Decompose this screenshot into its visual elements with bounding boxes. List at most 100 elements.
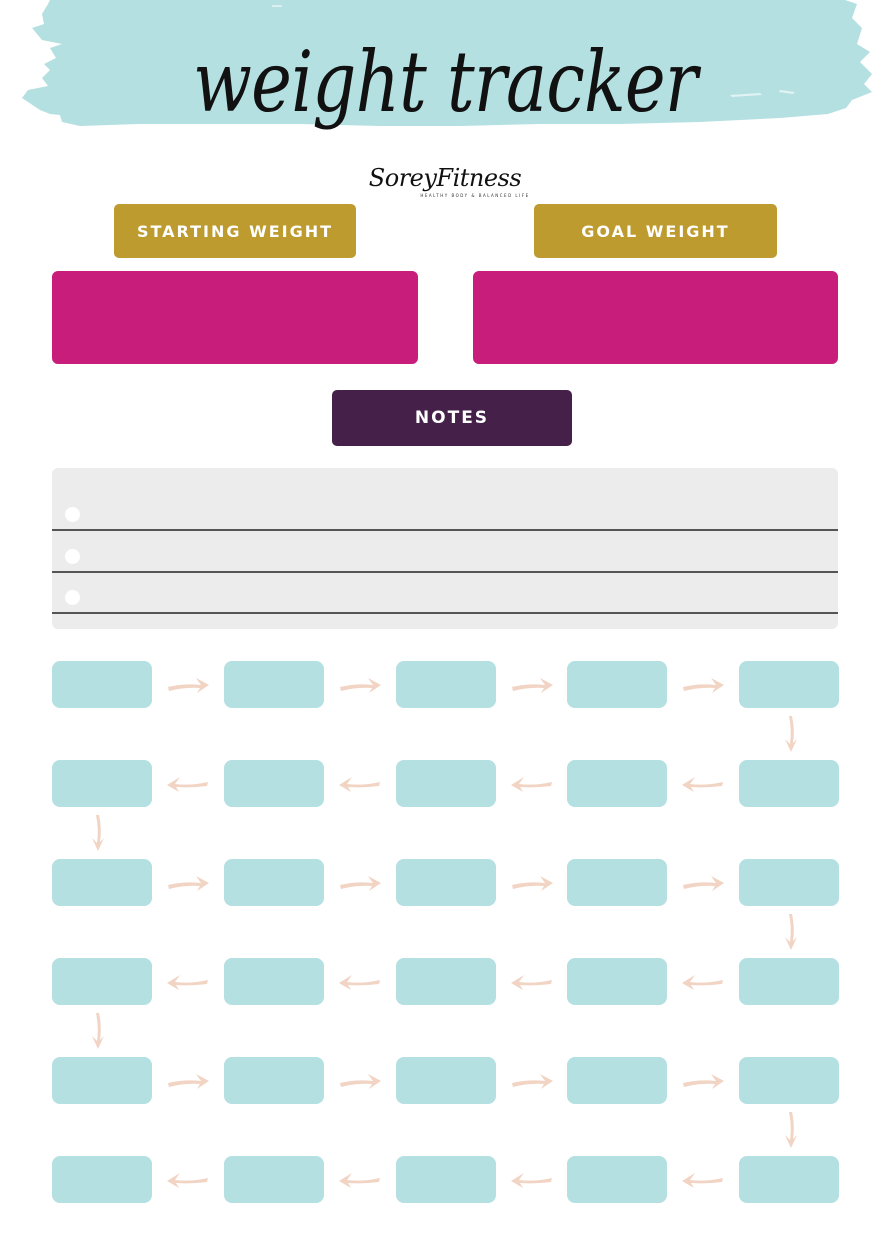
weight-entry-cell[interactable]: [396, 760, 496, 807]
starting-weight-field[interactable]: [52, 271, 418, 364]
arrow-left-icon: [682, 974, 723, 990]
arrow-right-icon: [683, 875, 724, 891]
brand-tagline: HEALTHY BODY & BALANCED LIFE: [420, 193, 530, 198]
arrow-right-icon: [511, 677, 553, 693]
arrow-shape: [168, 875, 209, 891]
weight-entry-cell[interactable]: [52, 958, 152, 1005]
note-line: [52, 572, 838, 614]
arrow-right-icon: [511, 1073, 553, 1089]
arrow-left-icon: [167, 974, 208, 990]
weight-entry-cell[interactable]: [739, 1156, 839, 1203]
arrow-shape: [339, 974, 380, 990]
arrow-down-icon: [785, 716, 797, 752]
arrow-shape: [785, 914, 797, 950]
arrow-right-icon: [168, 1073, 209, 1089]
arrow-right-icon: [340, 1073, 381, 1089]
weight-entry-cell[interactable]: [567, 1156, 667, 1203]
arrow-shape: [511, 875, 553, 891]
arrow-left-icon: [339, 974, 380, 990]
arrow-left-icon: [510, 776, 552, 792]
goal-weight-label: GOAL WEIGHT: [534, 204, 777, 258]
arrow-shape: [682, 776, 723, 792]
arrow-shape: [92, 815, 104, 851]
arrow-shape: [511, 1073, 553, 1089]
weight-entry-cell[interactable]: [396, 958, 496, 1005]
note-input-1[interactable]: [86, 497, 830, 525]
note-input-2[interactable]: [86, 539, 830, 567]
weight-entry-cell[interactable]: [396, 1156, 496, 1203]
arrow-shape: [510, 1172, 552, 1188]
weight-entry-cell[interactable]: [52, 1156, 152, 1203]
bullet-icon: [65, 590, 80, 605]
arrow-shape: [167, 776, 208, 792]
arrow-left-icon: [682, 776, 723, 792]
page-title: weight tracker: [193, 33, 698, 131]
arrow-shape: [340, 1073, 381, 1089]
arrow-down-icon: [92, 815, 104, 851]
arrow-shape: [683, 677, 724, 693]
arrow-down-icon: [785, 1112, 797, 1148]
weight-entry-cell[interactable]: [739, 958, 839, 1005]
weight-entry-cell[interactable]: [396, 661, 496, 708]
weight-entry-cell[interactable]: [224, 1156, 324, 1203]
weight-entry-cell[interactable]: [739, 859, 839, 906]
weight-entry-cell[interactable]: [739, 1057, 839, 1104]
weight-entry-cell[interactable]: [567, 1057, 667, 1104]
note-line: [52, 489, 838, 531]
arrow-right-icon: [168, 875, 209, 891]
notes-label: NOTES: [332, 390, 572, 446]
goal-weight-field[interactable]: [473, 271, 838, 364]
bullet-icon: [65, 507, 80, 522]
arrow-right-icon: [683, 1073, 724, 1089]
arrow-shape: [339, 776, 380, 792]
arrow-shape: [339, 1172, 380, 1188]
weight-entry-cell[interactable]: [224, 1057, 324, 1104]
arrow-shape: [167, 1172, 208, 1188]
weight-entry-cell[interactable]: [567, 760, 667, 807]
arrow-shape: [511, 677, 553, 693]
bullet-icon: [65, 549, 80, 564]
weight-entry-cell[interactable]: [52, 859, 152, 906]
arrow-right-icon: [511, 875, 553, 891]
arrow-left-icon: [682, 1172, 723, 1188]
arrow-left-icon: [167, 1172, 208, 1188]
weight-entry-cell[interactable]: [739, 661, 839, 708]
arrow-left-icon: [167, 776, 208, 792]
brand-logo: SoreyFitness HEALTHY BODY & BALANCED LIF…: [0, 166, 890, 198]
arrow-shape: [340, 875, 381, 891]
arrow-left-icon: [339, 1172, 380, 1188]
starting-weight-label: STARTING WEIGHT: [114, 204, 356, 258]
arrow-shape: [510, 974, 552, 990]
weight-entry-cell[interactable]: [739, 760, 839, 807]
arrow-shape: [340, 677, 381, 693]
arrow-right-icon: [340, 677, 381, 693]
arrow-shape: [167, 974, 208, 990]
weight-entry-cell[interactable]: [224, 958, 324, 1005]
weight-entry-cell[interactable]: [396, 859, 496, 906]
arrow-right-icon: [683, 677, 724, 693]
weight-entry-cell[interactable]: [567, 958, 667, 1005]
arrow-right-icon: [340, 875, 381, 891]
weight-entry-cell[interactable]: [396, 1057, 496, 1104]
notes-area: [52, 468, 838, 629]
weight-entry-cell[interactable]: [52, 1057, 152, 1104]
weight-entry-cell[interactable]: [224, 661, 324, 708]
arrow-shape: [682, 974, 723, 990]
arrow-shape: [168, 677, 209, 693]
arrow-left-icon: [510, 974, 552, 990]
weight-entry-cell[interactable]: [567, 859, 667, 906]
weight-entry-cell[interactable]: [52, 661, 152, 708]
weight-entry-cell[interactable]: [224, 760, 324, 807]
note-input-3[interactable]: [86, 580, 830, 608]
arrow-down-icon: [92, 1013, 104, 1049]
arrow-shape: [683, 875, 724, 891]
arrow-shape: [683, 1073, 724, 1089]
arrow-down-icon: [785, 914, 797, 950]
weight-entry-cell[interactable]: [52, 760, 152, 807]
arrow-left-icon: [510, 1172, 552, 1188]
arrow-shape: [510, 776, 552, 792]
weight-entry-cell[interactable]: [567, 661, 667, 708]
arrow-shape: [92, 1013, 104, 1049]
arrow-left-icon: [339, 776, 380, 792]
weight-entry-cell[interactable]: [224, 859, 324, 906]
